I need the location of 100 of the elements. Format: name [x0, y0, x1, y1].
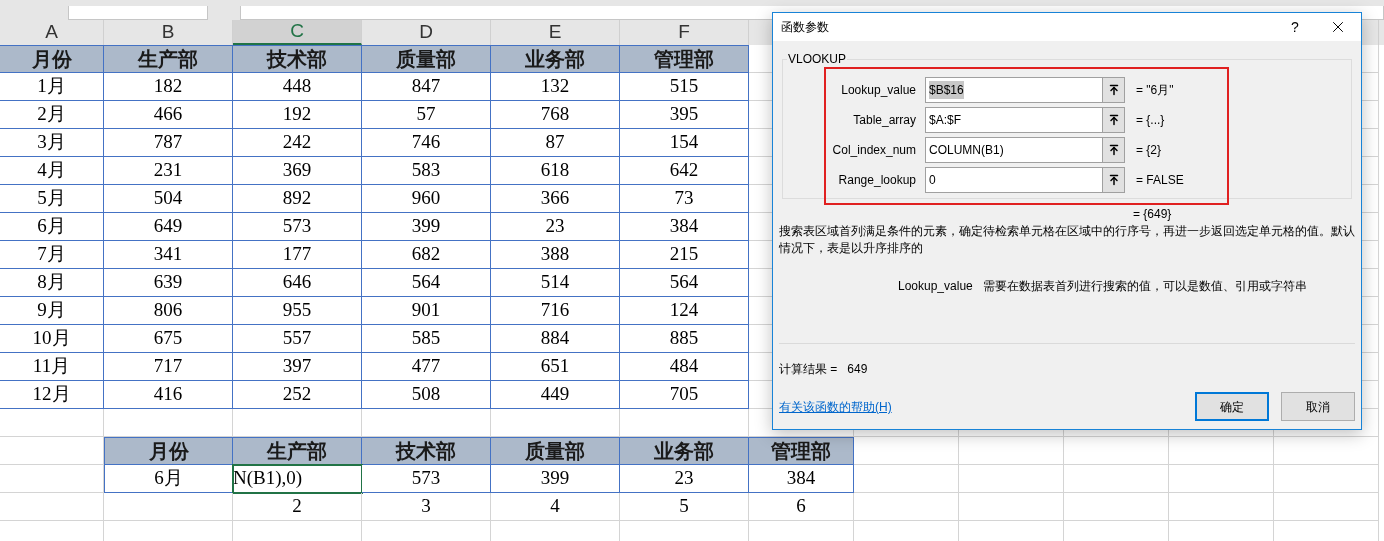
table-cell[interactable]: 87	[491, 129, 620, 157]
dialog-button[interactable]: 确定	[1195, 392, 1269, 421]
table-cell[interactable]: 651	[491, 353, 620, 381]
grid-cell[interactable]	[1363, 157, 1379, 185]
table-cell[interactable]: 642	[620, 157, 749, 185]
table-cell[interactable]: 583	[362, 157, 491, 185]
grid-cell[interactable]	[959, 465, 1064, 493]
collapse-icon[interactable]	[1102, 168, 1124, 192]
table-cell[interactable]: 132	[491, 73, 620, 101]
argument-field[interactable]: $B$16	[925, 77, 1125, 103]
grid-cell[interactable]	[0, 409, 104, 437]
grid-cell[interactable]	[0, 437, 104, 465]
table-cell[interactable]: 705	[620, 381, 749, 409]
table-cell[interactable]: 9月	[0, 297, 104, 325]
table-cell[interactable]: 192	[233, 101, 362, 129]
header-cell[interactable]: 月份	[104, 437, 233, 465]
table-cell[interactable]: 901	[362, 297, 491, 325]
grid-cell[interactable]	[1363, 101, 1379, 129]
table-cell[interactable]: 388	[491, 241, 620, 269]
grid-cell[interactable]	[1363, 73, 1379, 101]
grid-cell[interactable]	[620, 409, 749, 437]
grid-cell[interactable]	[1363, 381, 1379, 409]
table-cell[interactable]: 252	[233, 381, 362, 409]
argument-field[interactable]: COLUMN(B1)	[925, 137, 1125, 163]
table-cell[interactable]: 573	[362, 465, 491, 493]
argument-field[interactable]: $A:$F	[925, 107, 1125, 133]
grid-cell[interactable]	[362, 409, 491, 437]
header-cell[interactable]: 质量部	[491, 437, 620, 465]
table-cell[interactable]: 124	[620, 297, 749, 325]
table-cell[interactable]: 73	[620, 185, 749, 213]
table-cell[interactable]: 960	[362, 185, 491, 213]
grid-cell[interactable]	[1064, 437, 1169, 465]
argument-field[interactable]: 0	[925, 167, 1125, 193]
table-cell[interactable]: 12月	[0, 381, 104, 409]
grid-cell[interactable]	[1363, 269, 1379, 297]
grid-cell[interactable]	[1363, 241, 1379, 269]
table-cell[interactable]: 847	[362, 73, 491, 101]
table-cell[interactable]: 573	[233, 213, 362, 241]
table-cell[interactable]: 646	[233, 269, 362, 297]
grid-cell[interactable]	[1064, 465, 1169, 493]
table-cell[interactable]: 384	[620, 213, 749, 241]
table-cell[interactable]: 564	[620, 269, 749, 297]
table-cell[interactable]: 716	[491, 297, 620, 325]
table-cell[interactable]: 746	[362, 129, 491, 157]
header-cell[interactable]: 生产部	[104, 45, 233, 73]
help-link[interactable]: 有关该函数的帮助(H)	[779, 397, 1195, 416]
grid-cell[interactable]	[0, 465, 104, 493]
table-cell[interactable]: 514	[491, 269, 620, 297]
table-cell[interactable]: 4月	[0, 157, 104, 185]
header-cell[interactable]: 管理部	[620, 45, 749, 73]
table-cell[interactable]: 23	[620, 465, 749, 493]
table-cell[interactable]: 395	[620, 101, 749, 129]
table-cell[interactable]: 10月	[0, 325, 104, 353]
table-cell[interactable]: 618	[491, 157, 620, 185]
table-cell[interactable]: 515	[620, 73, 749, 101]
table-cell[interactable]: 384	[749, 465, 854, 493]
grid-cell[interactable]	[233, 409, 362, 437]
table-cell[interactable]: 11月	[0, 353, 104, 381]
table-cell[interactable]: 397	[233, 353, 362, 381]
grid-cell[interactable]	[1274, 437, 1379, 465]
collapse-icon[interactable]	[1102, 78, 1124, 102]
collapse-icon[interactable]	[1102, 138, 1124, 162]
table-cell[interactable]: 466	[104, 101, 233, 129]
table-cell[interactable]: 675	[104, 325, 233, 353]
table-cell[interactable]: 231	[104, 157, 233, 185]
table-cell[interactable]: 477	[362, 353, 491, 381]
grid-cell[interactable]	[854, 465, 959, 493]
collapse-icon[interactable]	[1102, 108, 1124, 132]
table-cell[interactable]: 787	[104, 129, 233, 157]
grid-cell[interactable]	[854, 493, 959, 521]
header-cell[interactable]: 技术部	[362, 437, 491, 465]
table-cell[interactable]: 366	[491, 185, 620, 213]
table-cell[interactable]: 8月	[0, 269, 104, 297]
header-cell[interactable]: 月份	[0, 45, 104, 73]
header-cell[interactable]: 生产部	[233, 437, 362, 465]
grid-cell[interactable]	[1363, 325, 1379, 353]
name-box[interactable]	[68, 6, 208, 20]
table-cell[interactable]: 892	[233, 185, 362, 213]
grid-cell[interactable]	[1064, 493, 1169, 521]
help-button[interactable]: ?	[1275, 13, 1315, 41]
header-cell[interactable]: 业务部	[491, 45, 620, 73]
table-cell[interactable]: 449	[491, 381, 620, 409]
table-cell[interactable]: 399	[362, 213, 491, 241]
header-cell[interactable]: 技术部	[233, 45, 362, 73]
column-header[interactable]: C	[233, 20, 362, 45]
table-cell[interactable]: 885	[620, 325, 749, 353]
header-cell[interactable]: 业务部	[620, 437, 749, 465]
grid-cell[interactable]	[104, 409, 233, 437]
grid-cell[interactable]	[1169, 493, 1274, 521]
table-cell[interactable]: 57	[362, 101, 491, 129]
grid-cell[interactable]	[1169, 465, 1274, 493]
table-cell[interactable]: 6月	[104, 465, 233, 493]
grid-cell[interactable]	[1363, 213, 1379, 241]
header-cell[interactable]: 管理部	[749, 437, 854, 465]
table-cell[interactable]: 884	[491, 325, 620, 353]
table-cell[interactable]: 23	[491, 213, 620, 241]
grid-cell[interactable]	[1363, 185, 1379, 213]
table-cell[interactable]: 717	[104, 353, 233, 381]
grid-cell[interactable]	[1169, 437, 1274, 465]
table-cell[interactable]: 7月	[0, 241, 104, 269]
